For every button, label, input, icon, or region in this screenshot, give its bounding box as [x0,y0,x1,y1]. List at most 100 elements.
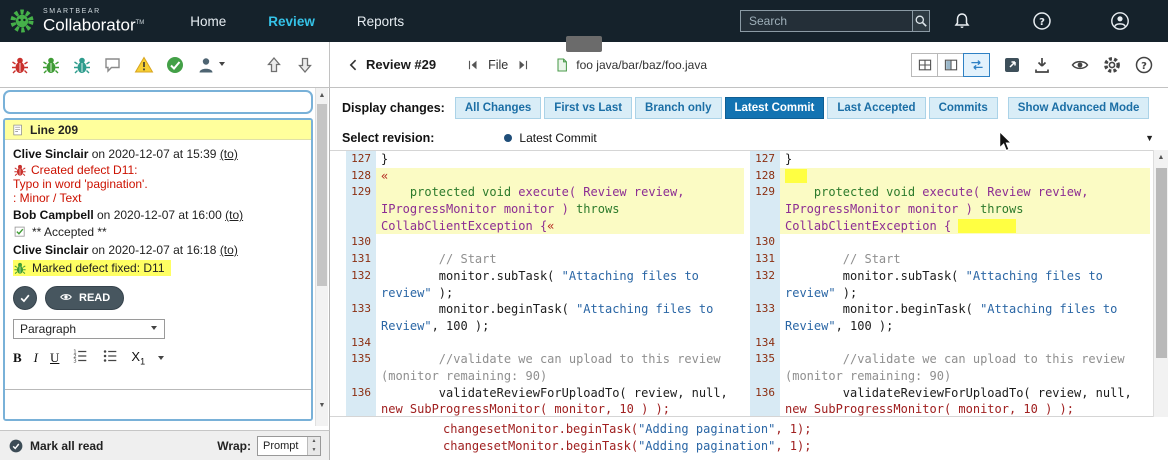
show-advanced-mode-button[interactable]: Show Advanced Mode [1008,97,1150,119]
previous-comment-icon[interactable] [264,55,284,75]
assignee-menu[interactable] [196,55,226,75]
code-row[interactable]: 129 protected void execute( Review revie… [750,184,1150,201]
defect-green-icon[interactable] [41,55,61,75]
code-row[interactable]: 132 monitor.subTask( "Attaching files to [750,268,1150,285]
download-icon[interactable] [1032,55,1052,75]
acknowledge-button[interactable] [13,286,37,310]
back-chevron-icon[interactable] [346,57,362,73]
code-row[interactable]: 135 //validate we can upload to this rev… [346,351,744,368]
code-row[interactable]: (monitor remaining: 90) [750,368,1150,385]
display-button-last-accepted[interactable]: Last Accepted [827,97,925,119]
code-row[interactable]: 130 [346,234,744,251]
comment-bubble-icon[interactable] [103,55,123,75]
code-row[interactable]: review" ); [750,285,1150,302]
to-link[interactable]: (to) [225,208,243,222]
help-icon[interactable]: ? [1032,11,1052,31]
code-row[interactable]: IProgressMonitor monitor ) throws [750,201,1150,218]
code-row[interactable]: CollabClientException {« [346,218,744,235]
code-row[interactable]: 128« [346,168,744,185]
account-icon[interactable] [1110,11,1130,31]
accept-icon[interactable] [165,55,185,75]
mark-read-icon[interactable] [8,438,24,454]
revision-value[interactable]: Latest Commit [519,131,596,145]
code-row[interactable]: 127} [346,151,744,168]
code-row[interactable]: new SubProgressMonitor( monitor, 10 ) ); [750,401,1150,417]
defect-teal-icon[interactable] [72,55,92,75]
paragraph-select[interactable]: Paragraph [13,319,165,339]
code-row[interactable]: 134 [346,335,744,352]
code-row[interactable]: (monitor remaining: 90) [346,368,744,385]
grid-view-button[interactable] [911,53,938,77]
settings-icon[interactable] [1102,55,1122,75]
underline-button[interactable]: U [50,350,59,366]
watch-icon[interactable] [1070,55,1090,75]
compare-view-button[interactable] [963,53,990,77]
revision-caret-icon[interactable]: ▼ [1145,133,1154,143]
code-row[interactable]: 136 validateReviewForUploadTo( review, n… [346,385,744,402]
bullet-list-icon[interactable] [101,347,119,368]
create-defect-icon[interactable] [10,55,30,75]
diff-pane-left[interactable]: 127}128«129 protected void execute( Revi… [346,151,744,416]
sidebar-scroll-thumb[interactable] [317,104,327,286]
bell-icon[interactable] [952,11,972,31]
sidebar-scrollbar[interactable]: ▲ ▼ [315,88,328,426]
code-row[interactable]: 127} [750,151,1150,168]
code-row[interactable]: 129 protected void execute( Review revie… [346,184,744,201]
display-button-commits[interactable]: Commits [929,97,998,119]
to-link[interactable]: (to) [220,147,238,161]
comment-line-header[interactable]: Line 209 [5,120,311,140]
previous-comment-stub[interactable] [3,90,313,114]
code-row[interactable]: 131 // Start [750,251,1150,268]
display-button-all-changes[interactable]: All Changes [455,97,541,119]
external-diff-icon[interactable] [1002,55,1022,75]
nav-item-home[interactable]: Home [190,14,226,29]
read-button[interactable]: READ [45,286,124,310]
code-row[interactable]: review" ); [346,285,744,302]
code-row[interactable]: 130 [750,234,1150,251]
code-row[interactable]: Review", 100 ); [346,318,744,335]
code-row[interactable]: IProgressMonitor monitor ) throws [346,201,744,218]
wrap-select[interactable]: Prompt ▲▼ [257,436,321,456]
diff-pane-right[interactable]: 127}128 129 protected void execute( Revi… [750,151,1150,416]
to-link[interactable]: (to) [220,243,238,257]
scroll-up-icon[interactable]: ▲ [316,88,328,102]
code-scrollbar[interactable]: ▲ [1153,150,1168,417]
warning-icon[interactable] [134,55,154,75]
next-file-icon[interactable] [516,58,530,72]
split-view-button[interactable] [937,53,964,77]
mark-all-read-label[interactable]: Mark all read [30,439,103,453]
code-row[interactable]: 133 monitor.beginTask( "Attaching files … [750,301,1150,318]
comment-input[interactable] [5,389,311,419]
file-path[interactable]: foo java/bar/baz/foo.java [576,58,707,72]
display-button-branch-only[interactable]: Branch only [635,97,721,119]
code-row[interactable]: 136 validateReviewForUploadTo( review, n… [750,385,1150,402]
code-row[interactable]: 132 monitor.subTask( "Attaching files to [346,268,744,285]
code-row[interactable]: CollabClientException { [750,218,1150,235]
bold-button[interactable]: B [13,350,22,366]
more-formats-icon[interactable] [157,350,165,365]
code-row[interactable]: new SubProgressMonitor( monitor, 10 ) ); [346,401,744,417]
italic-button[interactable]: I [34,350,38,366]
toolbar-help-icon[interactable]: ? [1134,55,1154,75]
code-row[interactable]: 134 [750,335,1150,352]
nav-item-review[interactable]: Review [268,14,315,29]
code-scroll-up-icon[interactable]: ▲ [1154,150,1168,165]
next-comment-icon[interactable] [295,55,315,75]
nav-item-reports[interactable]: Reports [357,14,404,29]
search-button[interactable] [912,10,930,32]
search-input[interactable] [740,10,912,32]
code-scroll-thumb[interactable] [1156,168,1167,358]
display-button-latest-commit[interactable]: Latest Commit [725,97,825,119]
subscript-button[interactable]: X1 [131,349,145,367]
code-row[interactable]: 131 // Start [346,251,744,268]
display-button-first-vs-last[interactable]: First vs Last [544,97,632,119]
review-title[interactable]: Review #29 [366,57,436,72]
code-row[interactable]: 128 [750,168,1150,185]
code-row[interactable]: 133 monitor.beginTask( "Attaching files … [346,301,744,318]
wrap-spinner-icon[interactable]: ▲▼ [307,437,320,455]
brand[interactable]: SMARTBEAR CollaboratorTM [8,7,144,35]
prev-file-icon[interactable] [466,58,480,72]
code-row[interactable]: 135 //validate we can upload to this rev… [750,351,1150,368]
numbered-list-icon[interactable]: 123 [71,347,89,368]
scroll-down-icon[interactable]: ▼ [316,398,328,412]
